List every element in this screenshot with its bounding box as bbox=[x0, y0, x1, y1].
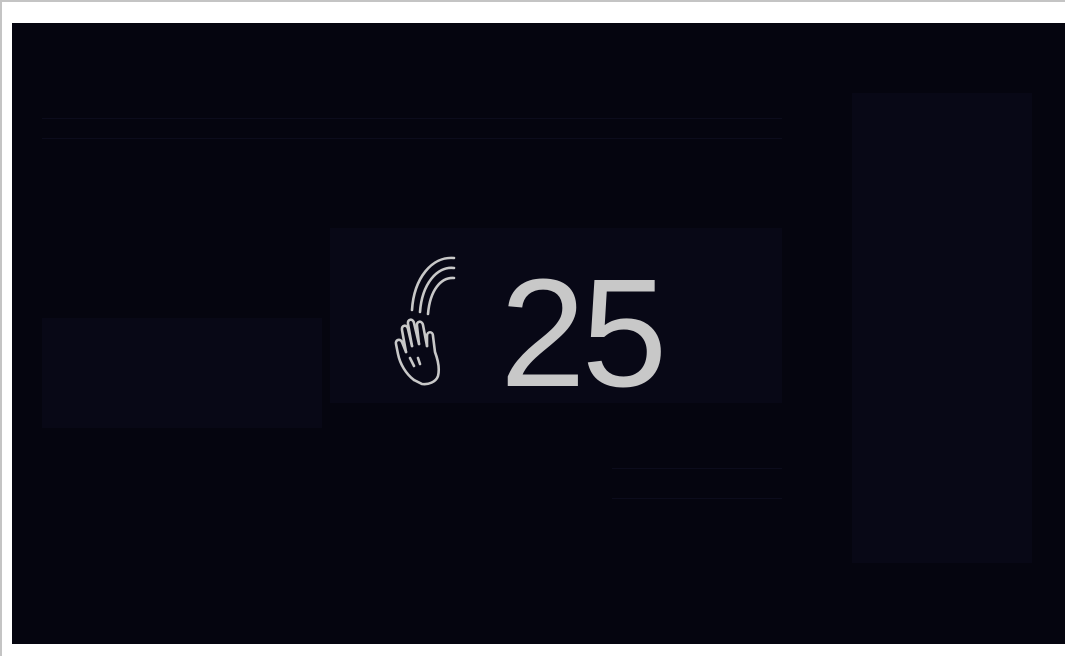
gesture-countdown-overlay: 25 bbox=[392, 248, 692, 418]
dimmed-panel-left bbox=[42, 318, 322, 428]
dimmed-divider bbox=[42, 138, 782, 139]
dimmed-divider bbox=[42, 118, 782, 119]
dimmed-divider bbox=[612, 468, 782, 469]
dimmed-divider bbox=[612, 498, 782, 499]
display-screen: 25 bbox=[12, 23, 1065, 644]
countdown-value: 25 bbox=[500, 247, 667, 419]
dimmed-panel-right bbox=[852, 93, 1032, 563]
window-frame: 25 bbox=[0, 0, 1065, 656]
wave-hand-icon bbox=[394, 256, 456, 386]
